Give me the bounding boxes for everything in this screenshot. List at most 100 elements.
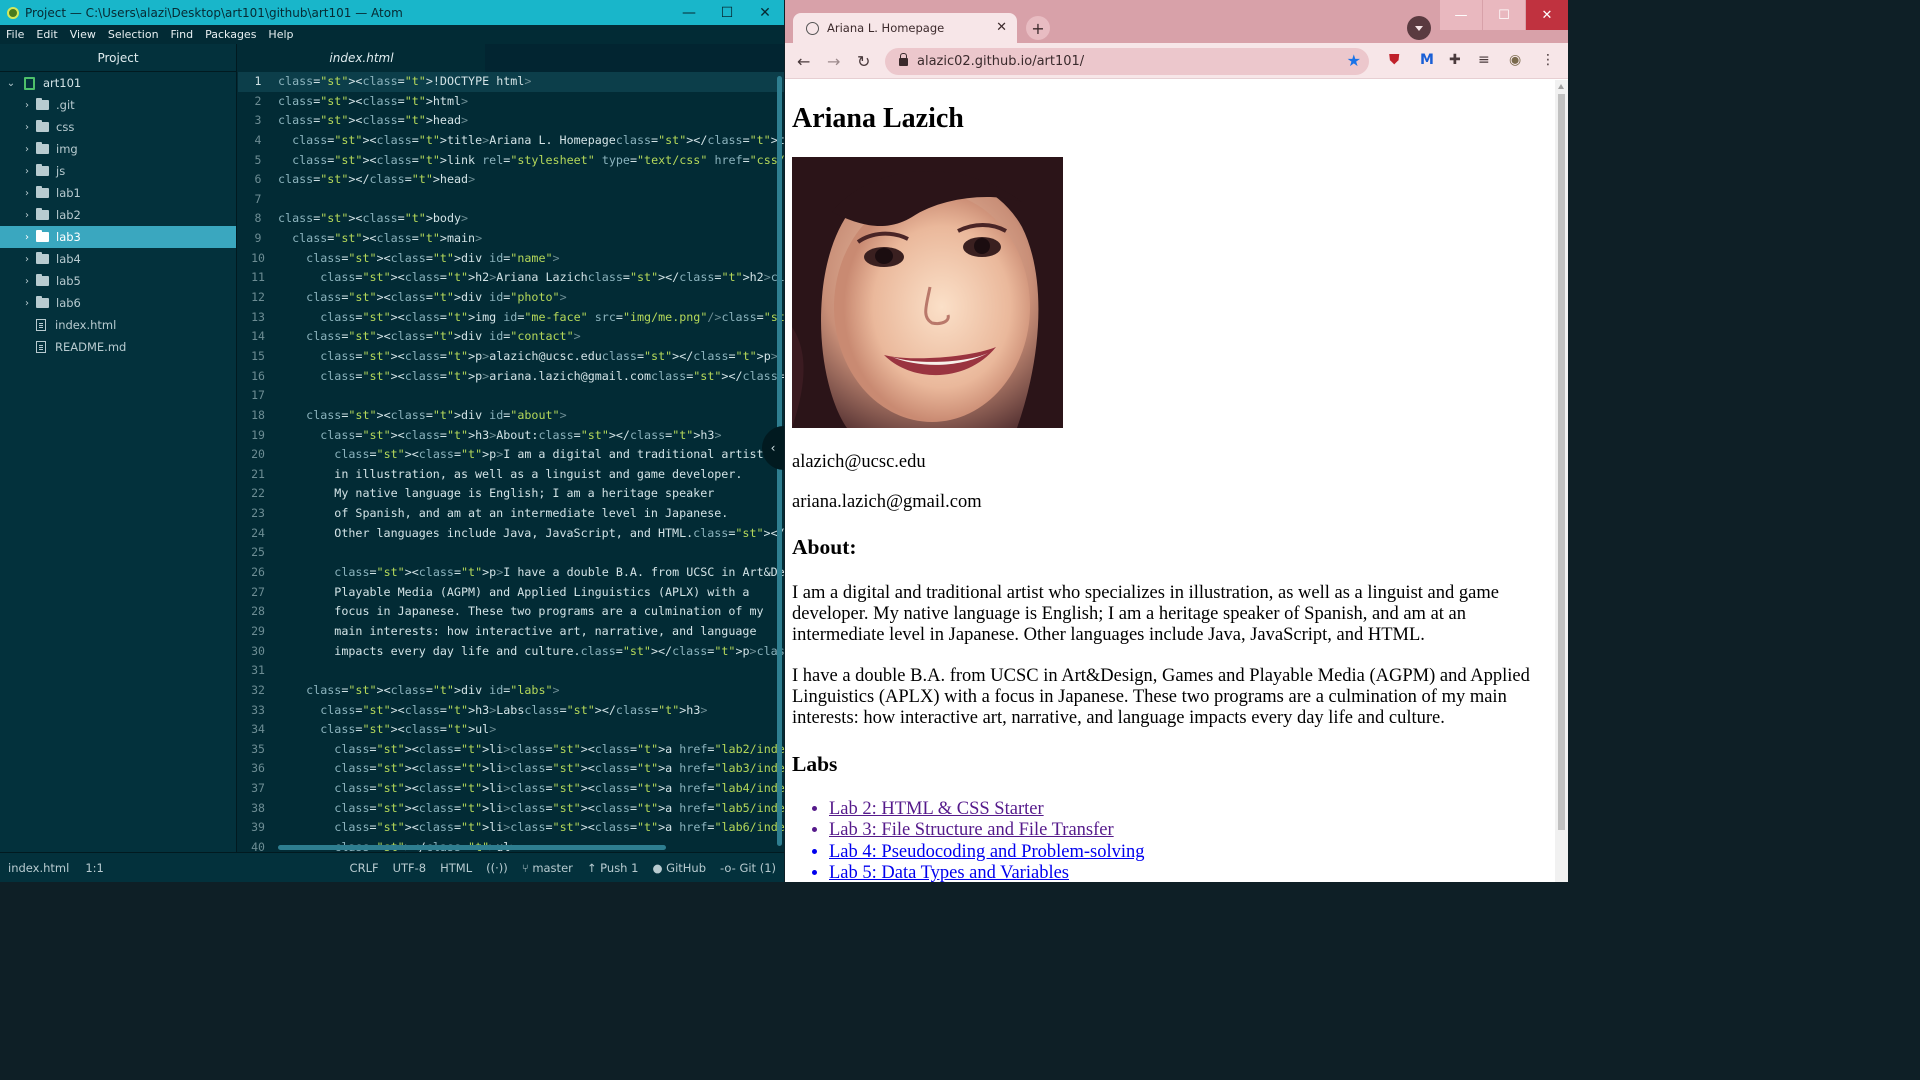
extensions-puzzle-icon[interactable]: ✚ bbox=[1449, 52, 1461, 68]
list-item: Lab 5: Data Types and Variables bbox=[829, 863, 1555, 882]
code-line: Playable Media (AGPM) and Applied Lingui… bbox=[278, 584, 750, 599]
folder-icon bbox=[36, 164, 49, 176]
extension-m-icon[interactable]: M bbox=[1420, 52, 1434, 68]
line-number: 36 bbox=[251, 761, 265, 776]
page-vertical-scrollbar[interactable] bbox=[1555, 80, 1568, 882]
globe-icon bbox=[806, 21, 819, 35]
chrome-minimize-button[interactable]: — bbox=[1440, 0, 1482, 30]
chevron-right-icon: › bbox=[25, 275, 29, 287]
menu-bar: File Edit View Selection Find Packages H… bbox=[0, 25, 784, 44]
tab-index-html[interactable]: index.html bbox=[238, 44, 485, 72]
code-editor[interactable]: 1 2 3 4 5 6 7 8 9 10 11 12 13 14 15 16 17 18 19 20 21 22 23 24 2… bbox=[238, 72, 784, 852]
line-number: 4 bbox=[254, 132, 262, 147]
code-line: class="st"><class="t">p>I have a double … bbox=[334, 565, 784, 580]
tree-item-label: README.md bbox=[55, 340, 127, 354]
status-git[interactable]: -o- Git (1) bbox=[720, 861, 776, 875]
media-queue-icon[interactable]: ≡ bbox=[1478, 52, 1490, 68]
reload-icon[interactable]: ↻ bbox=[857, 52, 870, 71]
lab-5-link[interactable]: Lab 5: Data Types and Variables bbox=[829, 863, 1069, 882]
menu-help[interactable]: Help bbox=[262, 28, 299, 41]
status-push[interactable]: ↑ Push 1 bbox=[587, 861, 639, 875]
menu-view[interactable]: View bbox=[64, 28, 102, 41]
chrome-close-button[interactable]: ✕ bbox=[1526, 0, 1568, 30]
forward-arrow-icon[interactable]: → bbox=[827, 52, 840, 71]
menu-selection[interactable]: Selection bbox=[102, 28, 165, 41]
code-line: class="st"><class="t">title>Ariana L. Ho… bbox=[292, 132, 784, 147]
github-icon: ● bbox=[652, 861, 667, 875]
code-line: class="st"><class="t">p>I am a digital a… bbox=[334, 447, 784, 462]
line-number: 38 bbox=[251, 800, 265, 815]
line-number: 31 bbox=[251, 663, 265, 678]
tree-item[interactable]: index.html bbox=[0, 314, 236, 336]
code-line: class="st"><class="t">link rel="styleshe… bbox=[292, 152, 784, 167]
menu-find[interactable]: Find bbox=[165, 28, 200, 41]
back-arrow-icon[interactable]: ← bbox=[797, 52, 810, 71]
code-line: class="st"><class="t">ul> bbox=[320, 722, 497, 737]
menu-file[interactable]: File bbox=[0, 28, 30, 41]
status-github[interactable]: ● GitHub bbox=[652, 861, 706, 875]
bookmark-star-icon[interactable]: ★ bbox=[1347, 51, 1361, 70]
folder-icon bbox=[36, 230, 49, 242]
maximize-button[interactable]: ☐ bbox=[708, 0, 746, 25]
tree-item[interactable]: › lab5 bbox=[0, 270, 236, 292]
editor-horizontal-scrollbar[interactable] bbox=[278, 845, 666, 850]
status-encoding[interactable]: UTF-8 bbox=[393, 861, 427, 875]
tree-item[interactable]: › lab1 bbox=[0, 182, 236, 204]
ublock-icon[interactable]: ⛊ bbox=[1389, 52, 1400, 68]
line-number: 23 bbox=[251, 506, 265, 521]
tree-item[interactable]: › lab6 bbox=[0, 292, 236, 314]
chevron-right-icon: › bbox=[25, 209, 29, 221]
line-number: 30 bbox=[251, 643, 265, 658]
code-line: class="st"><class="t">head> bbox=[278, 113, 469, 128]
tree-item[interactable]: › lab4 bbox=[0, 248, 236, 270]
kebab-menu-icon[interactable]: ⋮ bbox=[1541, 52, 1555, 68]
repo-icon bbox=[24, 76, 35, 90]
close-button[interactable]: ✕ bbox=[746, 0, 784, 25]
status-file[interactable]: index.html bbox=[8, 861, 69, 875]
line-number: 6 bbox=[254, 172, 262, 187]
tree-item[interactable]: › js bbox=[0, 160, 236, 182]
profile-avatar[interactable]: ◉ bbox=[1509, 52, 1521, 68]
lab-3-link[interactable]: Lab 3: File Structure and File Transfer bbox=[829, 820, 1114, 840]
status-branch[interactable]: ⑂ master bbox=[522, 861, 573, 875]
line-number: 9 bbox=[254, 231, 262, 246]
chevron-right-icon: › bbox=[25, 121, 29, 133]
minimize-button[interactable]: — bbox=[670, 0, 708, 25]
code-line: class="st"><class="t">li>class="st"><cla… bbox=[334, 741, 784, 756]
status-grammar[interactable]: HTML bbox=[440, 861, 472, 875]
tree-item[interactable]: › .git bbox=[0, 94, 236, 116]
status-cursor[interactable]: 1:1 bbox=[85, 861, 104, 875]
address-bar[interactable]: alazic02.github.io/art101/ ★ bbox=[885, 48, 1369, 75]
line-number: 12 bbox=[251, 290, 265, 305]
tree-item-label: index.html bbox=[55, 318, 117, 332]
tree-item[interactable]: › css bbox=[0, 116, 236, 138]
line-number: 8 bbox=[254, 211, 262, 226]
chrome-maximize-button[interactable]: ☐ bbox=[1483, 0, 1525, 30]
line-number: 40 bbox=[251, 839, 265, 852]
status-line-ending[interactable]: CRLF bbox=[350, 861, 379, 875]
arrow-up-icon: ↑ bbox=[586, 861, 601, 875]
browser-tab[interactable]: Ariana L. Homepage ✕ bbox=[793, 13, 1017, 43]
lab-4-link[interactable]: Lab 4: Pseudocoding and Problem-solving bbox=[829, 842, 1145, 862]
broadcast-icon[interactable]: ((·)) bbox=[486, 861, 508, 875]
tree-item[interactable]: › lab2 bbox=[0, 204, 236, 226]
git-commit-icon: -o- bbox=[720, 861, 740, 875]
line-number: 29 bbox=[251, 623, 265, 638]
close-tab-icon[interactable]: ✕ bbox=[996, 20, 1007, 35]
menu-packages[interactable]: Packages bbox=[199, 28, 262, 41]
line-number: 24 bbox=[251, 525, 265, 540]
tree-item[interactable]: README.md bbox=[0, 336, 236, 358]
line-number: 35 bbox=[251, 741, 265, 756]
tree-root[interactable]: ⌄ art101 bbox=[0, 72, 236, 94]
atom-title-bar: Project — C:\Users\alazi\Desktop\art101\… bbox=[0, 0, 784, 25]
tree-header: Project bbox=[0, 44, 236, 72]
tree-item[interactable]: › img bbox=[0, 138, 236, 160]
tree-item[interactable]: › lab3 bbox=[0, 226, 236, 248]
tree-root-label: art101 bbox=[43, 76, 82, 90]
menu-edit[interactable]: Edit bbox=[30, 28, 63, 41]
chevron-right-icon: › bbox=[25, 165, 29, 177]
tab-search-button[interactable] bbox=[1407, 16, 1431, 40]
new-tab-button[interactable]: + bbox=[1026, 16, 1050, 40]
lab-2-link[interactable]: Lab 2: HTML & CSS Starter bbox=[829, 799, 1044, 819]
chevron-left-icon: ‹ bbox=[770, 441, 776, 455]
